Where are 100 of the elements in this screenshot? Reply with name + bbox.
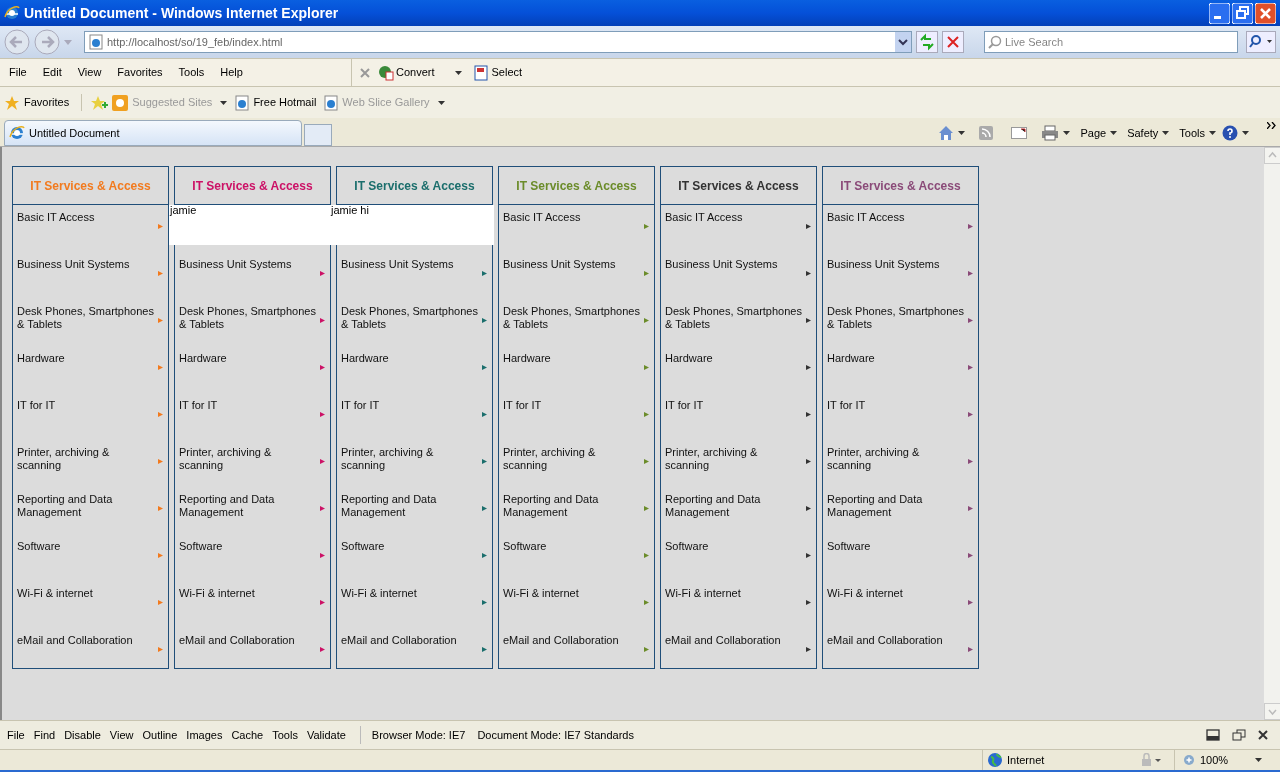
- help-button[interactable]: [1222, 125, 1249, 141]
- toolbar-menu-item[interactable]: File: [4, 726, 28, 744]
- menu-link[interactable]: Reporting and Data Management: [503, 493, 640, 519]
- caret-icon[interactable]: [437, 100, 445, 105]
- feed-icon[interactable]: [979, 126, 994, 140]
- menu-link[interactable]: Basic IT Access: [17, 211, 154, 224]
- menu-link[interactable]: Desk Phones, Smartphones & Tablets: [503, 305, 640, 331]
- menu-link[interactable]: Reporting and Data Management: [665, 493, 802, 519]
- undock-icon[interactable]: [1232, 729, 1246, 741]
- arrow-icon[interactable]: [482, 365, 487, 370]
- arrow-icon[interactable]: [320, 271, 325, 276]
- caret-icon[interactable]: [1242, 131, 1249, 135]
- menu-link[interactable]: Desk Phones, Smartphones & Tablets: [179, 305, 316, 331]
- menu-link[interactable]: Hardware: [341, 352, 478, 365]
- caret-icon[interactable]: [1255, 758, 1262, 762]
- refresh-button[interactable]: [916, 31, 938, 53]
- minimize-button[interactable]: [1209, 2, 1230, 24]
- zoom-button[interactable]: 100%: [1174, 750, 1262, 770]
- arrow-icon[interactable]: [806, 365, 811, 370]
- menu-link[interactable]: Printer, archiving & scanning: [665, 446, 802, 472]
- arrow-icon[interactable]: [320, 600, 325, 605]
- menu-item[interactable]: View: [72, 64, 107, 81]
- arrow-icon[interactable]: [806, 600, 811, 605]
- menu-link[interactable]: Software: [665, 540, 802, 553]
- menu-link[interactable]: eMail and Collaboration: [503, 634, 640, 647]
- menu-item[interactable]: File: [4, 64, 32, 81]
- menu-link[interactable]: Software: [827, 540, 964, 553]
- command-menu[interactable]: Safety: [1127, 124, 1170, 142]
- arrow-icon[interactable]: [806, 412, 811, 417]
- menu-link[interactable]: Printer, archiving & scanning: [17, 446, 154, 472]
- menu-link[interactable]: Reporting and Data Management: [179, 493, 316, 519]
- menu-link[interactable]: Software: [17, 540, 154, 553]
- caret-icon[interactable]: [958, 131, 966, 135]
- command-menu[interactable]: Tools: [1179, 124, 1216, 142]
- print-button[interactable]: [1041, 125, 1071, 141]
- arrow-icon[interactable]: [968, 553, 973, 558]
- arrow-icon[interactable]: [806, 506, 811, 511]
- menu-item[interactable]: Tools: [173, 64, 210, 81]
- arrow-icon[interactable]: [320, 412, 325, 417]
- menu-link[interactable]: Desk Phones, Smartphones & Tablets: [665, 305, 802, 331]
- arrow-icon[interactable]: [482, 271, 487, 276]
- add-favorite-icon[interactable]: [90, 94, 109, 111]
- search-button[interactable]: [1246, 31, 1276, 53]
- arrow-icon[interactable]: [806, 271, 811, 276]
- arrow-icon[interactable]: [968, 600, 973, 605]
- menu-link[interactable]: IT for IT: [17, 399, 154, 412]
- arrow-icon[interactable]: [320, 553, 325, 558]
- arrow-icon[interactable]: [482, 506, 487, 511]
- search-field[interactable]: Live Search: [984, 31, 1238, 53]
- favorite-link[interactable]: Free Hotmail: [235, 94, 317, 111]
- arrow-icon[interactable]: [968, 318, 973, 323]
- command-menu[interactable]: Page: [1080, 124, 1118, 142]
- stop-button[interactable]: [942, 31, 964, 53]
- convert-button[interactable]: Convert: [378, 64, 462, 81]
- arrow-icon[interactable]: [968, 224, 973, 229]
- menu-link[interactable]: IT for IT: [341, 399, 478, 412]
- menu-link[interactable]: Wi-Fi & internet: [503, 587, 640, 600]
- toolbar-menu-item[interactable]: View: [106, 726, 137, 744]
- arrow-icon[interactable]: [482, 459, 487, 464]
- arrow-icon[interactable]: [806, 647, 811, 652]
- menu-link[interactable]: Software: [179, 540, 316, 553]
- arrow-icon[interactable]: [482, 318, 487, 323]
- mail-icon[interactable]: [1011, 127, 1028, 139]
- menu-link[interactable]: Business Unit Systems: [341, 258, 478, 271]
- menu-link[interactable]: Business Unit Systems: [827, 258, 964, 271]
- arrow-icon[interactable]: [320, 365, 325, 370]
- arrow-icon[interactable]: [968, 459, 973, 464]
- menu-link[interactable]: Wi-Fi & internet: [179, 587, 316, 600]
- minimize-icon[interactable]: [1206, 729, 1220, 741]
- arrow-icon[interactable]: [482, 412, 487, 417]
- arrow-icon[interactable]: [968, 647, 973, 652]
- menu-link[interactable]: Printer, archiving & scanning: [341, 446, 478, 472]
- menu-link[interactable]: Business Unit Systems: [665, 258, 802, 271]
- menu-link[interactable]: Desk Phones, Smartphones & Tablets: [17, 305, 154, 331]
- dropdown-icon[interactable]: [895, 32, 911, 52]
- menu-link[interactable]: Printer, archiving & scanning: [179, 446, 316, 472]
- select-button[interactable]: Select: [473, 64, 523, 81]
- menu-link[interactable]: Software: [503, 540, 640, 553]
- arrow-icon[interactable]: [482, 553, 487, 558]
- menu-link[interactable]: Basic IT Access: [503, 211, 640, 224]
- menu-link[interactable]: Basic IT Access: [827, 211, 964, 224]
- caret-icon[interactable]: [1063, 131, 1071, 135]
- arrow-icon[interactable]: [968, 506, 973, 511]
- menu-item[interactable]: Edit: [37, 64, 67, 81]
- arrow-icon[interactable]: [320, 506, 325, 511]
- menu-link[interactable]: eMail and Collaboration: [179, 634, 316, 647]
- mode-menu[interactable]: Document Mode: IE7 Standards: [474, 726, 637, 744]
- arrow-icon[interactable]: [968, 412, 973, 417]
- menu-link[interactable]: IT for IT: [827, 399, 964, 412]
- favorites-button[interactable]: Favorites: [4, 94, 83, 111]
- chevron-icon[interactable]: [1267, 122, 1276, 129]
- caret-icon[interactable]: [1209, 131, 1216, 135]
- toolbar-menu-item[interactable]: Tools: [269, 726, 301, 744]
- browser-tab[interactable]: Untitled Document: [4, 120, 302, 146]
- toolbar-menu-item[interactable]: Disable: [61, 726, 104, 744]
- toolbar-menu-item[interactable]: Cache: [228, 726, 267, 744]
- arrow-icon[interactable]: [320, 647, 325, 652]
- menu-link[interactable]: Desk Phones, Smartphones & Tablets: [341, 305, 478, 331]
- home-button[interactable]: [938, 125, 966, 141]
- menu-link[interactable]: Basic IT Access: [665, 211, 802, 224]
